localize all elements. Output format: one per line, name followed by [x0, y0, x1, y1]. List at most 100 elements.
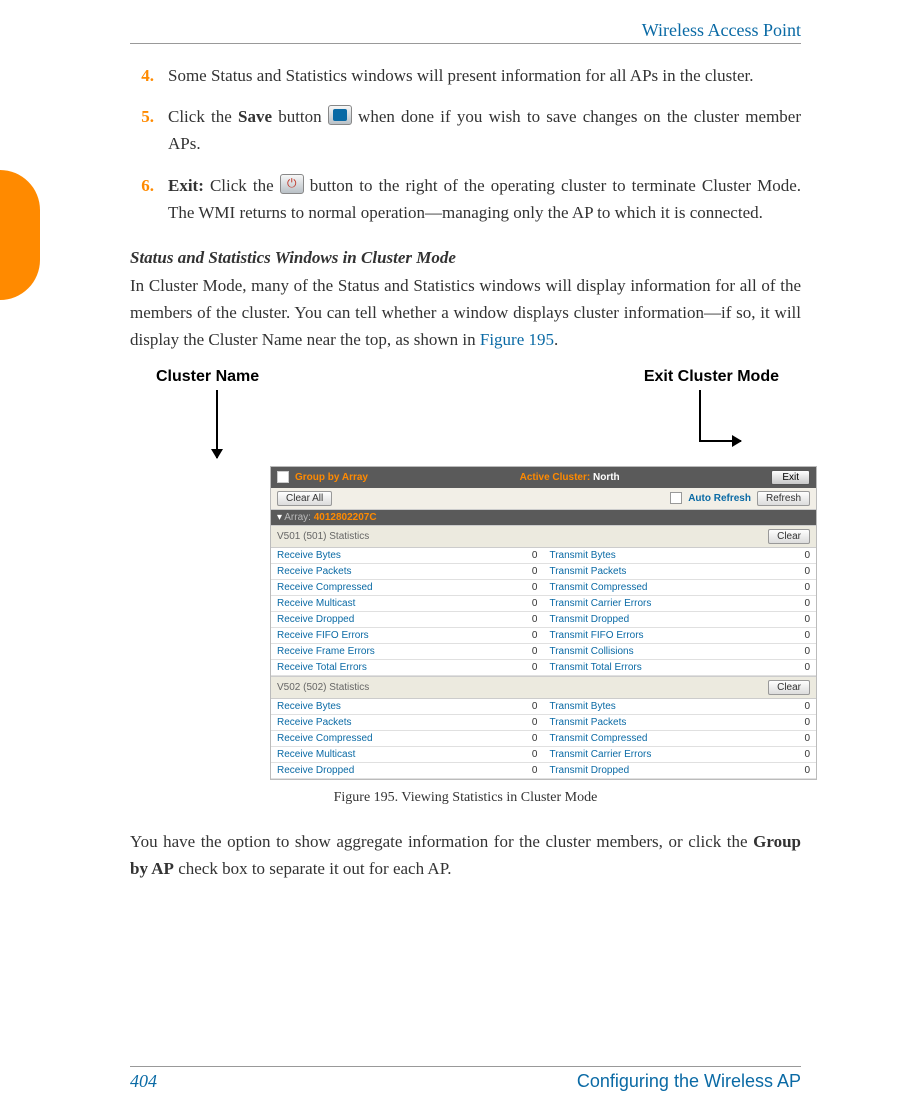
auto-refresh-label: Auto Refresh [688, 493, 751, 504]
group-by-array-label: Group by Array [295, 472, 368, 483]
page-number: 404 [130, 1071, 157, 1092]
refresh-button[interactable]: Refresh [757, 491, 810, 506]
active-cluster-name: North [593, 472, 620, 483]
figure-callouts: Cluster Name Exit Cluster Mode [130, 364, 801, 426]
text: check box to separate it out for each AP… [174, 859, 452, 878]
panel-title: V501 (501) Statistics [277, 531, 768, 542]
stat-value: 0 [473, 659, 544, 675]
panel-title: V502 (502) Statistics [277, 682, 768, 693]
table-row: Receive Bytes0Transmit Bytes0 [271, 548, 816, 564]
page-footer: 404 Configuring the Wireless AP [130, 1066, 801, 1092]
embedded-screenshot: Group by Array Active Cluster: North Exi… [270, 466, 817, 780]
step-number: 5. [130, 103, 154, 157]
stat-label: Receive Multicast [271, 595, 473, 611]
table-row: Receive Compressed0Transmit Compressed0 [271, 579, 816, 595]
stat-label: Transmit Compressed [543, 730, 745, 746]
bold-text: Exit: [168, 176, 204, 195]
stat-value: 0 [473, 579, 544, 595]
table-row: Receive Dropped0Transmit Dropped0 [271, 611, 816, 627]
stat-value: 0 [745, 714, 816, 730]
table-row: Receive Total Errors0Transmit Total Erro… [271, 659, 816, 675]
stat-label: Receive Total Errors [271, 659, 473, 675]
clear-all-button[interactable]: Clear All [277, 491, 332, 506]
bold-text: Save [238, 107, 272, 126]
text: Click the [204, 176, 280, 195]
arrow-icon [699, 390, 701, 440]
stat-value: 0 [473, 762, 544, 778]
stat-label: Receive Dropped [271, 611, 473, 627]
figure-area: Cluster Name Exit Cluster Mode Group by … [130, 364, 801, 806]
exit-button[interactable]: Exit [771, 470, 810, 485]
step-4: 4. Some Status and Statistics windows wi… [130, 62, 801, 89]
paragraph: You have the option to show aggregate in… [130, 828, 801, 882]
stat-label: Transmit Dropped [543, 762, 745, 778]
stat-value: 0 [473, 595, 544, 611]
table-row: Receive Multicast0Transmit Carrier Error… [271, 746, 816, 762]
stats-panel-header: V502 (502) Statistics Clear [271, 676, 816, 699]
stat-value: 0 [745, 699, 816, 715]
table-row: Receive Bytes0Transmit Bytes0 [271, 699, 816, 715]
stat-label: Transmit Packets [543, 714, 745, 730]
cluster-bar: Group by Array Active Cluster: North Exi… [271, 467, 816, 488]
step-6: 6. Exit: Click the button to the right o… [130, 172, 801, 226]
arrow-icon [216, 390, 218, 458]
stat-value: 0 [473, 730, 544, 746]
step-text: Exit: Click the button to the right of t… [168, 172, 801, 226]
stat-value: 0 [745, 563, 816, 579]
step-number: 4. [130, 62, 154, 89]
table-row: Receive Packets0Transmit Packets0 [271, 714, 816, 730]
stat-value: 0 [473, 714, 544, 730]
stat-value: 0 [745, 762, 816, 778]
stat-label: Receive Bytes [271, 699, 473, 715]
stat-value: 0 [745, 659, 816, 675]
clear-button[interactable]: Clear [768, 529, 810, 544]
stats-panel-header: V501 (501) Statistics Clear [271, 525, 816, 548]
table-row: Receive Packets0Transmit Packets0 [271, 563, 816, 579]
callout-exit-cluster-mode: Exit Cluster Mode [644, 368, 779, 386]
chevron-down-icon[interactable]: ▾ [277, 512, 282, 523]
stat-label: Transmit Total Errors [543, 659, 745, 675]
stat-value: 0 [745, 611, 816, 627]
table-row: Receive Multicast0Transmit Carrier Error… [271, 595, 816, 611]
text: . [554, 330, 558, 349]
figure-link[interactable]: Figure 195 [480, 330, 554, 349]
stat-value: 0 [473, 627, 544, 643]
stat-label: Receive Packets [271, 563, 473, 579]
stat-label: Receive Compressed [271, 579, 473, 595]
stat-value: 0 [745, 730, 816, 746]
stat-label: Transmit Collisions [543, 643, 745, 659]
step-number: 6. [130, 172, 154, 226]
power-icon [280, 174, 304, 194]
array-label: Array: [284, 512, 311, 523]
stat-value: 0 [745, 746, 816, 762]
text: In Cluster Mode, many of the Status and … [130, 276, 801, 349]
section-title: Status and Statistics Windows in Cluster… [130, 248, 801, 268]
stat-label: Transmit Carrier Errors [543, 746, 745, 762]
text: button [272, 107, 328, 126]
table-row: Receive Frame Errors0Transmit Collisions… [271, 643, 816, 659]
stat-label: Transmit Carrier Errors [543, 595, 745, 611]
group-by-array-checkbox[interactable] [277, 471, 289, 483]
stat-label: Transmit Packets [543, 563, 745, 579]
toolbar: Clear All Auto Refresh Refresh [271, 488, 816, 510]
clear-button[interactable]: Clear [768, 680, 810, 695]
stats-table-1: Receive Bytes0Transmit Bytes0Receive Pac… [271, 548, 816, 676]
stat-value: 0 [473, 548, 544, 564]
stat-label: Transmit FIFO Errors [543, 627, 745, 643]
stat-value: 0 [473, 643, 544, 659]
stat-value: 0 [473, 746, 544, 762]
page-header: Wireless Access Point [130, 20, 801, 44]
stat-label: Receive Dropped [271, 762, 473, 778]
text: Click the [168, 107, 238, 126]
table-row: Receive Compressed0Transmit Compressed0 [271, 730, 816, 746]
auto-refresh-checkbox[interactable] [670, 492, 682, 504]
figure-caption: Figure 195. Viewing Statistics in Cluste… [130, 790, 801, 806]
stat-label: Transmit Bytes [543, 548, 745, 564]
stats-table-2: Receive Bytes0Transmit Bytes0Receive Pac… [271, 699, 816, 779]
stat-label: Receive FIFO Errors [271, 627, 473, 643]
stat-label: Receive Bytes [271, 548, 473, 564]
stat-value: 0 [745, 627, 816, 643]
stat-label: Transmit Compressed [543, 579, 745, 595]
active-cluster-label: Active Cluster: [520, 472, 591, 483]
array-id: 4012802207C [314, 512, 377, 523]
